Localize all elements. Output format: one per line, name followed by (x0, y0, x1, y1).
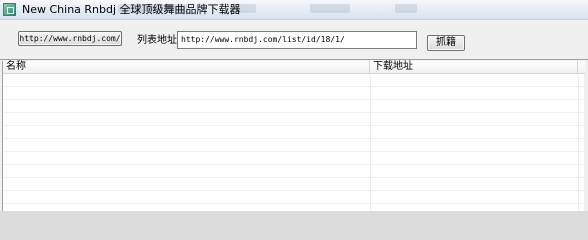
column-header-name[interactable]: 名称 (3, 61, 370, 74)
list-address-input[interactable]: http://www.rnbdj.com/list/id/18/1/ (177, 31, 417, 49)
title-bar[interactable]: New China Rnbdj 全球顶级舞曲品牌下载器 (0, 0, 588, 20)
results-list[interactable]: 名称 下载地址 (2, 61, 585, 211)
list-rows (3, 74, 585, 211)
toolbar-panel: http://www.rnbdj.com/ 列表地址: http://www.r… (0, 20, 588, 60)
column-divider (370, 74, 371, 211)
column-divider (578, 74, 579, 211)
capture-button[interactable]: 抓籍 (427, 35, 465, 51)
site-link-button[interactable]: http://www.rnbdj.com/ (18, 31, 122, 46)
app-window: New China Rnbdj 全球顶级舞曲品牌下载器 http://www.r… (0, 0, 588, 211)
list-address-label: 列表地址: (137, 35, 181, 46)
window-title: New China Rnbdj 全球顶级舞曲品牌下载器 (22, 3, 241, 16)
title-bar-glass-reflection (310, 4, 350, 13)
title-bar-glass-reflection (395, 4, 417, 13)
list-header: 名称 下载地址 (3, 61, 585, 74)
app-icon (3, 3, 16, 16)
column-header-download-url[interactable]: 下载地址 (370, 61, 578, 74)
